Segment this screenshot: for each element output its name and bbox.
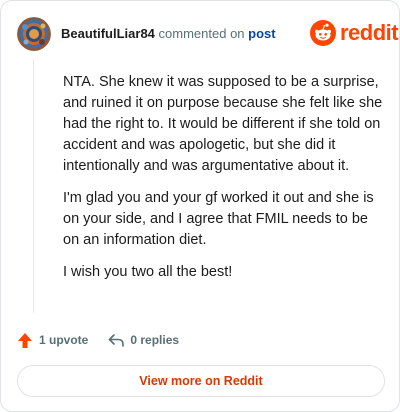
reply-arrow-icon — [109, 334, 125, 347]
post-link[interactable]: post — [248, 26, 275, 41]
comment-actions: 1 upvote 0 replies — [17, 331, 179, 349]
user-avatar[interactable] — [17, 17, 51, 51]
username[interactable]: BeautifulLiar84 — [61, 26, 155, 41]
upvote-button[interactable]: 1 upvote — [17, 332, 88, 349]
thread-line — [33, 59, 34, 313]
reddit-wordmark: reddit — [340, 20, 399, 45]
comment-embed-card: BeautifulLiar84 commented on post reddit… — [0, 0, 400, 412]
comment-paragraph: I wish you two all the best! — [63, 264, 233, 280]
comment-body: NTA. She knew it was supposed to be a su… — [63, 72, 385, 294]
comment-paragraph: I'm glad you and your gf worked it out a… — [63, 190, 374, 248]
reddit-logo[interactable]: reddit — [310, 20, 399, 46]
reply-count: 0 replies — [130, 333, 180, 347]
view-more-button[interactable]: View more on Reddit — [17, 365, 385, 397]
commented-on-text: commented on — [158, 26, 245, 41]
reddit-snoo-icon — [310, 20, 336, 46]
upvote-count: 1 upvote — [39, 333, 89, 347]
upvote-arrow-icon — [18, 332, 32, 348]
comment-paragraph: NTA. She knew it was supposed to be a su… — [63, 74, 383, 174]
comment-header: BeautifulLiar84 commented on post — [61, 26, 276, 42]
reply-button[interactable]: 0 replies — [108, 333, 179, 347]
avatar-image — [17, 17, 51, 51]
